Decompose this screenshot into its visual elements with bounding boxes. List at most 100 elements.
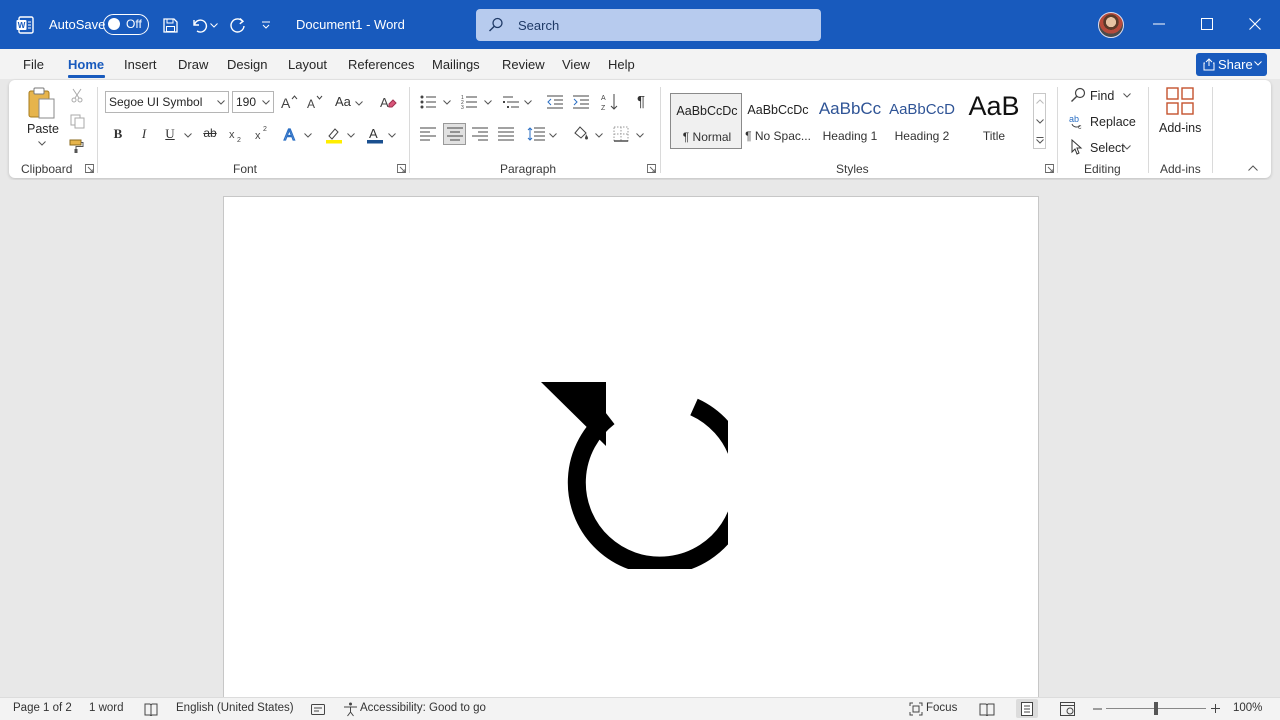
save-icon[interactable] — [159, 14, 181, 36]
zoom-out-icon[interactable] — [1093, 708, 1102, 710]
justify-icon[interactable] — [497, 125, 515, 143]
select-button[interactable]: Select — [1090, 141, 1125, 155]
select-dropdown-icon[interactable] — [1123, 145, 1131, 150]
zoom-slider-thumb[interactable] — [1154, 702, 1158, 715]
subscript-icon[interactable]: x2 — [228, 126, 246, 144]
multilevel-dropdown-icon[interactable] — [524, 100, 532, 105]
add-ins-button[interactable]: Add-ins — [1159, 121, 1201, 135]
autosave-toggle[interactable]: Off — [103, 14, 149, 35]
format-painter-icon[interactable] — [68, 137, 86, 155]
superscript-icon[interactable]: x2 — [254, 124, 272, 142]
language-indicator[interactable]: English (United States) — [176, 702, 294, 714]
shading-icon[interactable] — [571, 124, 591, 144]
line-spacing-dropdown-icon[interactable] — [549, 133, 557, 138]
tab-view[interactable]: View — [562, 57, 590, 72]
decrease-indent-icon[interactable] — [546, 93, 564, 111]
font-size-combo[interactable]: 190 — [232, 91, 274, 113]
align-right-icon[interactable] — [471, 125, 489, 143]
font-color-icon[interactable]: A — [365, 125, 385, 145]
account-avatar[interactable] — [1098, 12, 1124, 38]
bullets-dropdown-icon[interactable] — [443, 100, 451, 105]
styles-scroll-down-icon[interactable] — [1036, 119, 1044, 124]
clipboard-launcher-icon[interactable] — [85, 164, 94, 173]
add-ins-icon[interactable] — [1166, 87, 1194, 115]
find-button[interactable]: Find — [1090, 89, 1114, 103]
highlight-dropdown-icon[interactable] — [347, 133, 355, 138]
tab-home[interactable]: Home — [68, 57, 104, 72]
strikethrough-button[interactable]: ab — [201, 126, 219, 140]
bullets-icon[interactable] — [419, 93, 437, 111]
tab-design[interactable]: Design — [227, 57, 267, 72]
customize-quick-access-icon[interactable] — [258, 14, 274, 36]
align-center-icon[interactable] — [443, 123, 466, 145]
underline-dropdown-icon[interactable] — [184, 133, 192, 138]
select-cursor-icon[interactable] — [1070, 139, 1084, 155]
grow-font-icon[interactable]: A — [279, 92, 299, 112]
shrink-font-icon[interactable]: A — [305, 92, 325, 112]
web-layout-icon[interactable] — [1060, 702, 1075, 716]
close-icon[interactable] — [1244, 13, 1266, 35]
replace-button[interactable]: Replace — [1090, 115, 1136, 129]
font-name-combo[interactable]: Segoe UI Symbol — [105, 91, 229, 113]
font-launcher-icon[interactable] — [397, 164, 406, 173]
copy-icon[interactable] — [68, 112, 86, 130]
change-case-dropdown-icon[interactable] — [355, 101, 363, 106]
multilevel-list-icon[interactable] — [502, 93, 520, 111]
tab-draw[interactable]: Draw — [178, 57, 208, 72]
proofing-book-icon[interactable] — [144, 703, 158, 716]
italic-button[interactable]: I — [136, 126, 152, 142]
maximize-icon[interactable] — [1196, 13, 1218, 35]
replace-icon[interactable]: abc — [1069, 113, 1086, 129]
tab-mailings[interactable]: Mailings — [432, 57, 480, 72]
text-effects-icon[interactable]: A — [282, 124, 300, 144]
text-predictions-icon[interactable] — [311, 703, 325, 716]
paste-dropdown-icon[interactable] — [38, 141, 46, 146]
style-heading-2[interactable]: AaBbCcD Heading 2 — [886, 93, 958, 149]
tab-insert[interactable]: Insert — [124, 57, 157, 72]
numbering-dropdown-icon[interactable] — [484, 100, 492, 105]
text-effects-dropdown-icon[interactable] — [304, 133, 312, 138]
align-left-icon[interactable] — [419, 125, 437, 143]
tab-layout[interactable]: Layout — [288, 57, 327, 72]
style-title[interactable]: AaB Title — [958, 91, 1030, 149]
paragraph-launcher-icon[interactable] — [647, 164, 656, 173]
shading-dropdown-icon[interactable] — [595, 133, 603, 138]
bold-button[interactable]: B — [110, 126, 126, 142]
styles-scroll-up-icon[interactable] — [1036, 99, 1044, 104]
accessibility-icon[interactable] — [343, 702, 358, 717]
sort-icon[interactable]: AZ — [601, 92, 619, 112]
numbering-icon[interactable]: 123 — [460, 93, 478, 111]
paste-icon[interactable] — [26, 85, 58, 121]
read-mode-icon[interactable] — [979, 703, 995, 716]
tab-references[interactable]: References — [348, 57, 414, 72]
share-button[interactable]: Share — [1196, 53, 1267, 76]
font-color-dropdown-icon[interactable] — [388, 133, 396, 138]
tab-file[interactable]: File — [23, 57, 44, 72]
borders-dropdown-icon[interactable] — [636, 133, 644, 138]
styles-launcher-icon[interactable] — [1045, 164, 1054, 173]
style-heading-1[interactable]: AaBbCc Heading 1 — [814, 93, 886, 149]
word-count[interactable]: 1 word — [89, 702, 124, 714]
highlight-icon[interactable] — [324, 125, 344, 145]
focus-button[interactable]: Focus — [926, 702, 957, 714]
undo-dropdown-icon[interactable] — [207, 14, 221, 36]
accessibility-status[interactable]: Accessibility: Good to go — [360, 702, 486, 714]
style-normal[interactable]: AaBbCcDc ¶ Normal — [670, 93, 742, 149]
cut-icon[interactable] — [68, 86, 86, 104]
tab-review[interactable]: Review — [502, 57, 545, 72]
paste-label[interactable]: Paste — [27, 122, 59, 136]
document-page[interactable] — [223, 196, 1039, 716]
zoom-level[interactable]: 100% — [1233, 702, 1262, 714]
line-spacing-icon[interactable] — [526, 125, 546, 143]
search-box[interactable]: Search — [476, 9, 821, 41]
borders-icon[interactable] — [612, 125, 630, 143]
redo-icon[interactable] — [227, 14, 249, 36]
find-icon[interactable] — [1070, 87, 1086, 103]
zoom-in-icon[interactable] — [1211, 704, 1220, 713]
increase-indent-icon[interactable] — [572, 93, 590, 111]
clear-formatting-icon[interactable]: A — [378, 92, 398, 112]
change-case-button[interactable]: Aa — [335, 94, 351, 109]
styles-more-icon[interactable] — [1036, 137, 1044, 144]
style-no-spacing[interactable]: AaBbCcDc ¶ No Spac... — [742, 93, 814, 149]
minimize-icon[interactable] — [1148, 13, 1170, 35]
